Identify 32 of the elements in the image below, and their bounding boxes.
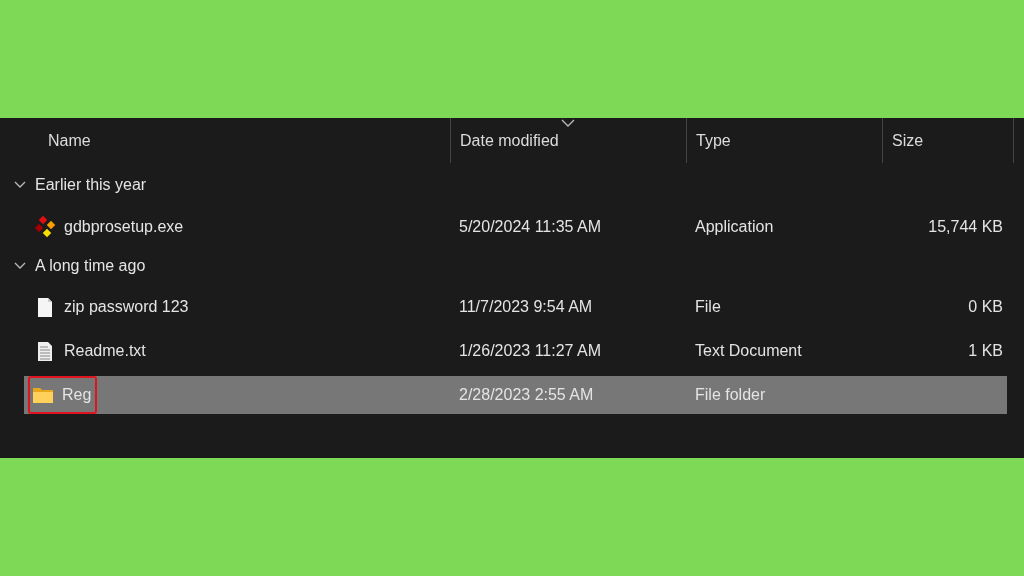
file-icon: [37, 296, 53, 318]
size-cell: 15,744 KB: [928, 218, 1003, 235]
file-name[interactable]: zip password 123: [64, 298, 189, 316]
column-header[interactable]: Date modified: [450, 118, 686, 163]
app-icon: [34, 216, 56, 238]
date-cell: 1/26/2023 11:27 AM: [459, 342, 602, 359]
date-cell: 5/20/2024 11:35 AM: [459, 218, 602, 235]
group-header[interactable]: A long time ago: [35, 257, 146, 275]
file-row[interactable]: gdbprosetup.exe 5/20/2024 11:35 AM Application 15,744 KB: [0, 207, 1024, 247]
chevron-icon[interactable]: [14, 181, 26, 189]
type-cell: Application: [695, 218, 774, 235]
file-name[interactable]: Reg: [62, 386, 92, 404]
group-header[interactable]: Earlier this year: [35, 176, 147, 194]
folder-icon: [32, 386, 54, 404]
column-header[interactable]: Size: [882, 118, 1013, 163]
column-header[interactable]: Name: [0, 118, 450, 163]
sort-caret-icon: [561, 119, 575, 127]
date-cell: 2/28/2023 2:55 AM: [459, 386, 594, 403]
file-row[interactable]: zip password 123 11/7/2023 9:54 AM File 0 KB: [0, 285, 1024, 329]
date-cell: 11/7/2023 9:54 AM: [459, 298, 593, 315]
column-header[interactable]: Type: [686, 118, 882, 163]
type-cell: File folder: [695, 386, 766, 403]
chevron-icon[interactable]: [14, 262, 26, 270]
text-file-icon: [37, 340, 53, 362]
size-cell: 1 KB: [968, 342, 1003, 359]
type-cell: File: [695, 298, 721, 315]
type-cell: Text Document: [695, 342, 802, 359]
size-cell: 0 KB: [968, 298, 1003, 315]
file-name[interactable]: gdbprosetup.exe: [64, 218, 184, 236]
file-row[interactable]: Readme.txt 1/26/2023 11:27 AM Text Document 1 KB: [0, 329, 1024, 373]
file-name[interactable]: Readme.txt: [64, 342, 146, 360]
selected-row[interactable]: Reg 2/28/2023 2:55 AM File folder: [24, 376, 1007, 414]
